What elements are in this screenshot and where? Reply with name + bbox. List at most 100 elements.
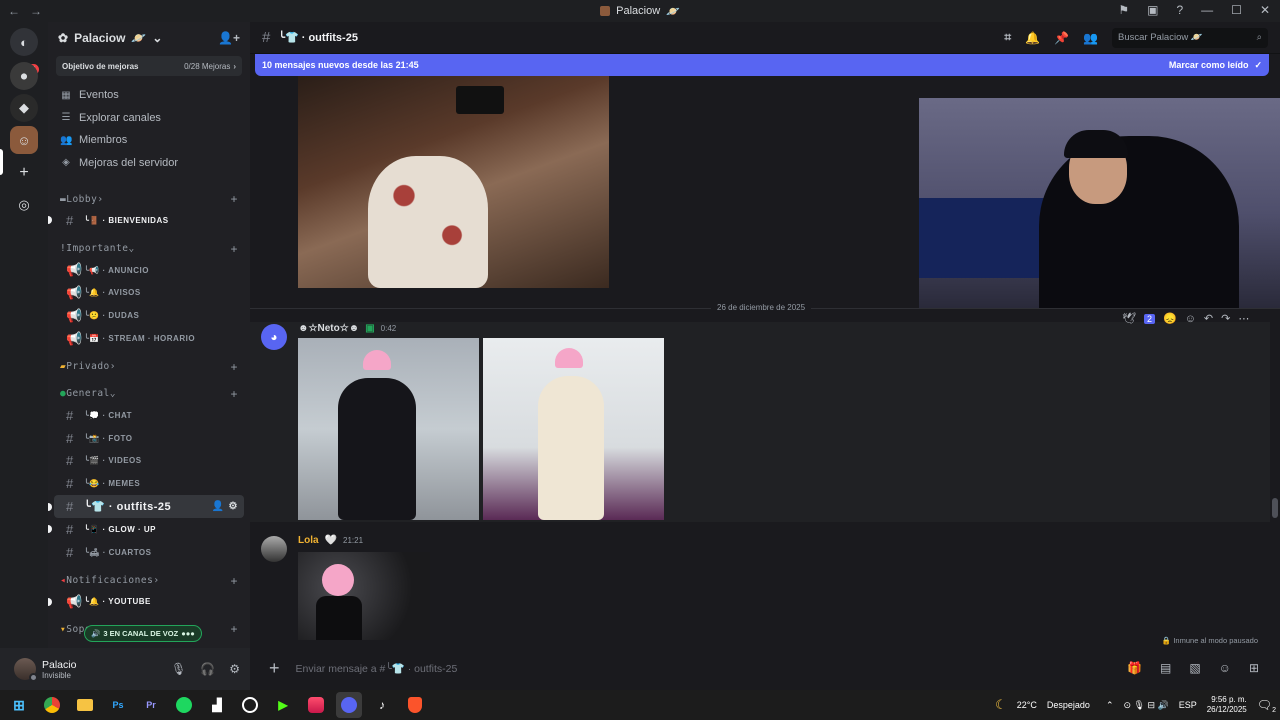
forward-icon[interactable]: ↷: [1221, 312, 1230, 325]
sticker-icon[interactable]: ▧: [1189, 661, 1200, 675]
search-input[interactable]: Buscar Palaciow 🪐 ⌕: [1112, 27, 1268, 48]
channel-memes[interactable]: # ╰😂 · MEMES: [54, 472, 244, 495]
avatar[interactable]: [261, 536, 287, 562]
category-lobby[interactable]: ▬ Lobby › +: [48, 189, 250, 209]
photoshop-icon[interactable]: Ps: [105, 692, 131, 718]
nav-item-browse[interactable]: ☰ Explorar canales: [48, 107, 250, 130]
tiktok-icon[interactable]: ♪: [369, 692, 395, 718]
new-messages-bar[interactable]: 10 mensajes nuevos desde las 21:45 Marca…: [255, 54, 1269, 76]
invite-icon[interactable]: 👤: [212, 501, 225, 512]
clock[interactable]: 9:56 p. m. 26/12/2025: [1207, 695, 1247, 715]
attachment-image-lola[interactable]: [298, 552, 430, 640]
channel-chat[interactable]: # ╰💭 · CHAT: [54, 404, 244, 427]
add-attachment-icon[interactable]: +: [269, 658, 280, 679]
channel-cuartos[interactable]: # ╰🛋 · CUARTOS: [54, 541, 244, 564]
settings-gear-icon[interactable]: ⚙: [229, 662, 240, 676]
voice-channel-pill[interactable]: 🔊 3 EN CANAL DE VOZ ●●●: [84, 625, 202, 642]
reaction-icon[interactable]: 🕊: [1122, 312, 1136, 325]
close-button[interactable]: ✕: [1260, 3, 1270, 17]
more-icon[interactable]: ⋯: [1238, 312, 1249, 325]
category-privado[interactable]: ▰ Privado › +: [48, 357, 250, 377]
attachment-image-outfit-2[interactable]: [483, 338, 664, 520]
nav-item-boosts[interactable]: ◈ Mejoras del servidor: [48, 152, 250, 175]
category-notificaciones[interactable]: ◂ Notificaciones › +: [48, 571, 250, 591]
channel-outfits[interactable]: # ╰👕 · outfits-25 👤 ⚙: [48, 495, 244, 518]
audio-icon[interactable]: ▟: [204, 692, 230, 718]
notification-icon[interactable]: 🗨 2: [1257, 698, 1276, 714]
start-icon[interactable]: ⊞: [6, 692, 32, 718]
channel-youtube[interactable]: 📢 ╰🔔 · YOUTUBE: [48, 591, 244, 614]
minimize-button[interactable]: —: [1201, 3, 1213, 17]
tray-icons[interactable]: ⊙ 🎙 ⊟ 🔊: [1123, 700, 1168, 711]
apps-icon[interactable]: ⊞: [1249, 661, 1259, 675]
pin-icon[interactable]: 📌: [1054, 31, 1069, 45]
app-icon[interactable]: [303, 692, 329, 718]
message-author[interactable]: ☻☆Neto☆☻: [298, 323, 359, 334]
add-channel-icon[interactable]: +: [230, 360, 238, 374]
member-list-icon[interactable]: 👥: [1083, 31, 1098, 45]
nav-item-events[interactable]: ▦ Eventos: [48, 84, 250, 107]
channel-bienvenidas[interactable]: # ╰🚪 · BIENVENIDAS: [48, 209, 244, 232]
obs-icon[interactable]: [237, 692, 263, 718]
brave-icon[interactable]: [402, 692, 428, 718]
attachment-image-outfit-1[interactable]: [298, 338, 479, 520]
server-icon-dark[interactable]: ◆: [10, 94, 38, 122]
headphones-icon[interactable]: 🎧: [200, 662, 215, 676]
files-icon[interactable]: [72, 692, 98, 718]
kick-icon[interactable]: ▶: [270, 692, 296, 718]
reaction-count[interactable]: 2: [1143, 313, 1155, 324]
chevron-up-icon[interactable]: ⌃: [1106, 700, 1114, 711]
add-reaction-icon[interactable]: ☺: [1185, 313, 1196, 325]
add-channel-icon[interactable]: +: [230, 192, 238, 206]
attachment-image-mirror-selfie[interactable]: [298, 76, 609, 288]
channel-stream[interactable]: 📢 ╰📅 · STREAM · HORARIO: [54, 327, 244, 350]
gift-icon[interactable]: 🎁: [1127, 661, 1142, 675]
channel-dudas[interactable]: 📢 ╰😕 · DUDAS: [54, 304, 244, 327]
help-icon[interactable]: ?: [1176, 3, 1183, 17]
chrome-icon[interactable]: [39, 692, 65, 718]
boost-goal[interactable]: Objetivo de mejoras 0/28 Mejoras ›: [56, 56, 242, 76]
nav-item-members[interactable]: 👥 Miembros: [48, 129, 250, 152]
category-importante[interactable]: ! Importante ⌄ +: [48, 239, 250, 259]
sad-emoji-icon[interactable]: 😞: [1163, 312, 1177, 325]
add-channel-icon[interactable]: +: [230, 387, 238, 401]
add-channel-icon[interactable]: +: [230, 622, 238, 636]
discord-icon[interactable]: [336, 692, 362, 718]
reply-icon[interactable]: ↶: [1204, 312, 1213, 325]
add-server-icon[interactable]: +: [10, 159, 38, 187]
avatar[interactable]: ◕: [261, 324, 287, 350]
channel-glowup[interactable]: # ╰📱 · GLOW · UP: [48, 518, 244, 541]
gif-icon[interactable]: ▤: [1160, 661, 1171, 675]
weather-desc[interactable]: Despejado: [1047, 700, 1090, 710]
add-channel-icon[interactable]: +: [230, 242, 238, 256]
screen-share-icon[interactable]: ▣: [1147, 3, 1158, 17]
avatar[interactable]: [14, 658, 38, 682]
gear-icon[interactable]: ⚙: [229, 501, 238, 512]
user-info[interactable]: Palacio Invisible: [42, 659, 76, 680]
spotify-icon[interactable]: [171, 692, 197, 718]
server-icon-palaciow[interactable]: ☺: [10, 126, 38, 154]
premiere-icon[interactable]: Pr: [138, 692, 164, 718]
message-author[interactable]: Lola: [298, 535, 319, 546]
scrollbar-thumb[interactable]: [1272, 498, 1278, 518]
direct-messages-icon[interactable]: ◐: [10, 28, 38, 56]
channel-videos[interactable]: # ╰🎬 · VIDEOS: [54, 450, 244, 473]
channel-anuncio[interactable]: 📢 ╰📢 · ANUNCIO: [54, 259, 244, 282]
microphone-icon[interactable]: 🎙: [171, 662, 186, 676]
server-header[interactable]: ✿ Palaciow 🪐 ⌄ 👤+: [48, 22, 250, 54]
inbox-flag-icon[interactable]: ⚑: [1118, 3, 1129, 17]
category-general[interactable]: ● General ⌄ +: [48, 384, 250, 404]
maximize-button[interactable]: ☐: [1231, 3, 1242, 17]
bell-icon[interactable]: 🔔: [1025, 31, 1040, 45]
input-language[interactable]: ESP: [1179, 700, 1197, 710]
channel-foto[interactable]: # ╰📸 · FOTO: [54, 427, 244, 450]
back-arrow-icon[interactable]: ←: [8, 4, 20, 18]
forward-arrow-icon[interactable]: →: [30, 4, 42, 18]
emoji-icon[interactable]: ☺: [1219, 661, 1231, 675]
threads-icon[interactable]: ⌗: [1004, 30, 1011, 45]
mark-read-button[interactable]: Marcar como leído ✓: [1169, 60, 1262, 71]
channel-avisos[interactable]: 📢 ╰🔔 · AVISOS: [54, 282, 244, 305]
weather-temp[interactable]: 22°C: [1017, 700, 1037, 710]
discover-icon[interactable]: ◎: [10, 191, 38, 219]
add-channel-icon[interactable]: +: [230, 574, 238, 588]
